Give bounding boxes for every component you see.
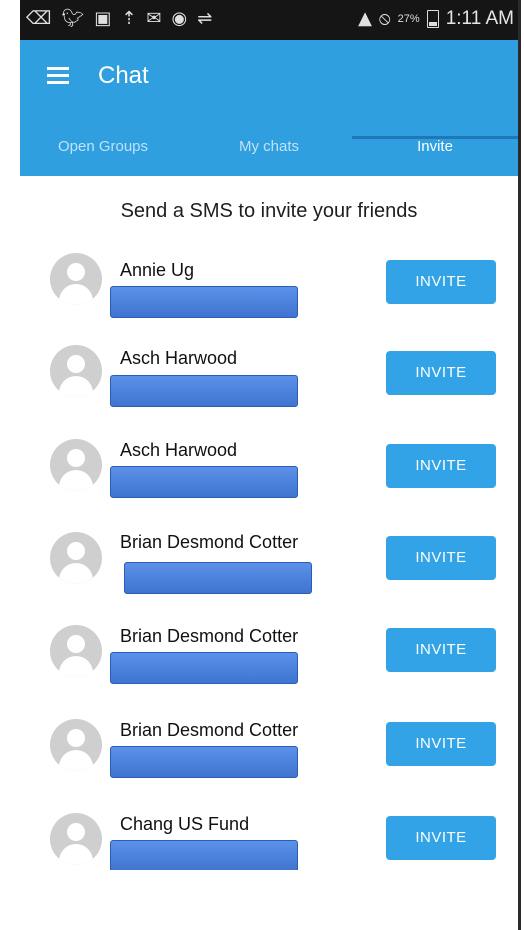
invite-button[interactable]: INVITE: [386, 628, 496, 672]
wifi-icon: ◉: [171, 8, 188, 29]
app-bar: Chat Open Groups My chats Invite: [20, 40, 518, 176]
avatar: [50, 532, 102, 584]
hamburger-menu-icon[interactable]: [47, 67, 69, 85]
avatar: [50, 253, 102, 305]
tab-my-chats[interactable]: My chats: [186, 132, 352, 176]
contact-name: Annie Ug: [120, 260, 195, 280]
avatar: [50, 345, 102, 397]
invite-button[interactable]: INVITE: [386, 722, 496, 766]
contact-row: Chang US Fund INVITE: [20, 810, 518, 870]
redacted-phone: [124, 562, 312, 594]
contact-name: Brian Desmond Cotter: [120, 720, 299, 740]
contact-name: Asch Harwood: [120, 348, 238, 368]
status-bar: ⌫ 🐦︎ ▣ ⇡ ✉ ◉ ⇌ ▲ ⦸ 27% 1:11 AM: [20, 0, 518, 40]
redacted-phone: [110, 466, 298, 498]
invite-button[interactable]: INVITE: [386, 260, 496, 304]
signal-icon: ▲: [358, 8, 372, 29]
contact-row: Brian Desmond Cotter INVITE: [20, 716, 518, 808]
window-edge: [518, 0, 521, 930]
battery-icon: [426, 10, 439, 28]
contact-row: Asch Harwood INVITE: [20, 342, 518, 434]
contact-row: Brian Desmond Cotter INVITE: [20, 528, 518, 620]
invite-button[interactable]: INVITE: [386, 536, 496, 580]
redacted-phone: [110, 286, 298, 318]
mute-icon: ⦸: [378, 8, 391, 29]
app-title: Chat: [98, 62, 149, 89]
tab-open-groups[interactable]: Open Groups: [20, 132, 186, 176]
status-icons-left: ⌫ 🐦︎ ▣ ⇡ ✉ ◉ ⇌: [26, 8, 212, 30]
redacted-phone: [110, 840, 298, 870]
contact-name: Brian Desmond Cotter: [120, 532, 299, 552]
contact-name: Chang US Fund: [120, 814, 250, 834]
invite-button[interactable]: INVITE: [386, 351, 496, 395]
contact-name: Asch Harwood: [120, 440, 238, 460]
battery-percent: 27%: [397, 13, 420, 25]
invite-header: Send a SMS to invite your friends: [120, 200, 418, 222]
contact-row: Brian Desmond Cotter INVITE: [20, 622, 518, 714]
contact-row: Asch Harwood INVITE: [20, 436, 518, 528]
contact-name: Brian Desmond Cotter: [120, 626, 299, 646]
avatar: [50, 719, 102, 771]
active-tab-indicator: [352, 136, 518, 139]
redacted-phone: [110, 375, 298, 407]
phone-screen: ⌫ 🐦︎ ▣ ⇡ ✉ ◉ ⇌ ▲ ⦸ 27% 1:11 AM Chat Open…: [20, 0, 518, 930]
invite-button[interactable]: INVITE: [386, 444, 496, 488]
usb-icon: ⇌: [197, 8, 213, 29]
invite-button[interactable]: INVITE: [386, 816, 496, 860]
twitter-icon: 🐦︎: [61, 8, 85, 29]
contact-row: Annie Ug INVITE: [20, 250, 518, 342]
avatar: [50, 813, 102, 865]
back-icon: ⌫: [26, 8, 52, 29]
chat-icon: ✉: [146, 8, 162, 29]
avatar: [50, 439, 102, 491]
status-time: 1:11 AM: [445, 8, 514, 29]
redacted-phone: [110, 652, 298, 684]
status-icons-right: ▲ ⦸ 27% 1:11 AM: [358, 8, 514, 30]
contact-list: Annie Ug INVITE Asch Harwood INVITE Asch…: [20, 250, 518, 870]
redacted-phone: [110, 746, 298, 778]
upload-icon: ⇡: [121, 8, 137, 29]
avatar: [50, 625, 102, 677]
image-icon: ▣: [94, 8, 112, 29]
